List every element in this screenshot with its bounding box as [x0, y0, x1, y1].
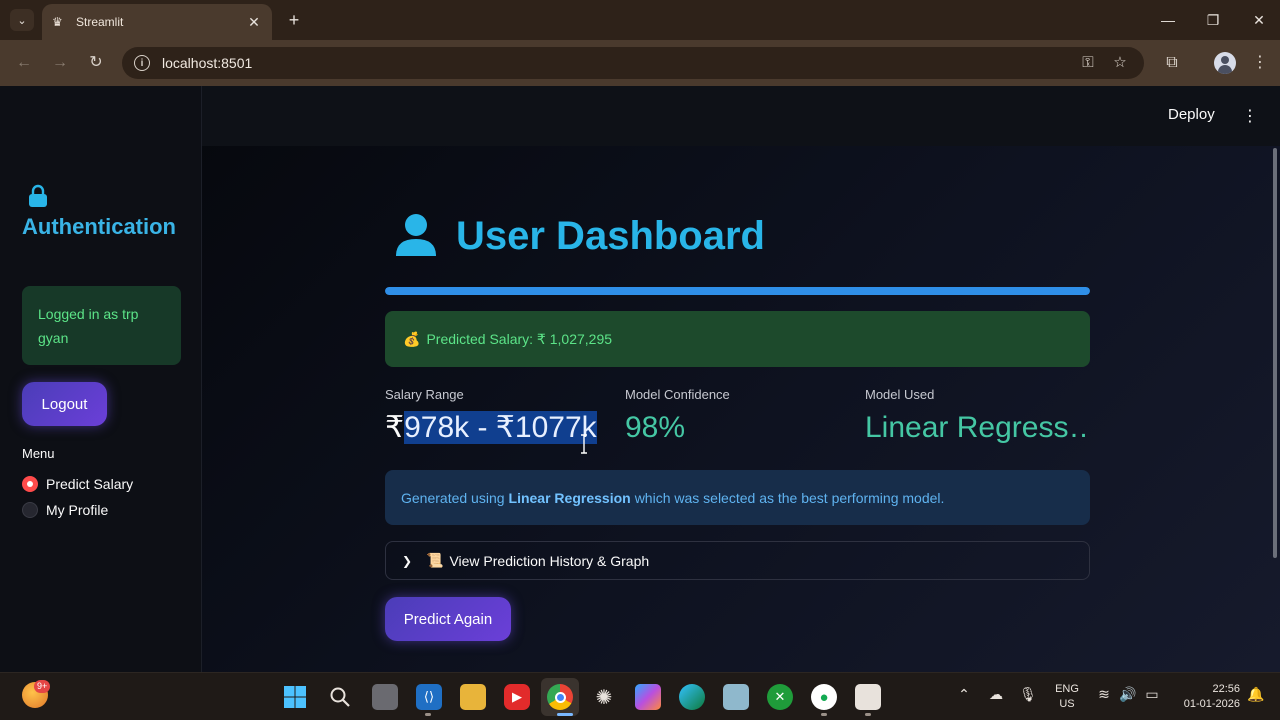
- text-cursor-icon: [581, 434, 587, 454]
- minimize-button[interactable]: —: [1155, 8, 1181, 32]
- network-status-icon[interactable]: ☁: [986, 686, 1006, 703]
- wifi-icon[interactable]: ≋: [1094, 686, 1114, 703]
- notification-badge: 9+: [34, 680, 51, 693]
- clock-time: 22:56: [1212, 683, 1240, 695]
- search-icon[interactable]: [327, 684, 353, 710]
- chevron-up-icon[interactable]: ⌃: [954, 686, 974, 703]
- reload-icon[interactable]: ↻: [85, 52, 107, 74]
- progress-fill: [385, 287, 1090, 295]
- lang-line: ENG: [1055, 683, 1079, 695]
- model-info-alert: Generated using Linear Regression which …: [385, 470, 1090, 525]
- menu-item-label: My Profile: [46, 502, 109, 518]
- radio-selected-icon[interactable]: [22, 476, 38, 492]
- predict-again-button[interactable]: Predict Again: [385, 597, 511, 641]
- metric-label-model-used: Model Used: [865, 387, 935, 402]
- expander-label: View Prediction History & Graph: [449, 552, 650, 569]
- progress-bar: [385, 287, 1090, 295]
- battery-icon[interactable]: ▭: [1142, 686, 1162, 703]
- salary-range-selected-text: 978k - ₹1077k: [404, 411, 597, 444]
- user-icon: [394, 212, 438, 258]
- password-key-icon[interactable]: ⚿: [1078, 53, 1098, 73]
- file-explorer-icon[interactable]: [460, 684, 486, 710]
- lock-icon: [26, 184, 50, 210]
- extensions-puzzle-icon[interactable]: ⧉: [1161, 52, 1183, 74]
- system-clock[interactable]: 22:56 01-01-2026: [1172, 682, 1240, 712]
- menu-item-label: Predict Salary: [46, 476, 134, 492]
- clock-date: 01-01-2026: [1183, 698, 1240, 710]
- running-indicator: [821, 713, 827, 716]
- edge-icon[interactable]: [679, 684, 705, 710]
- app-menu-icon[interactable]: ⋮: [1242, 106, 1258, 126]
- close-window-button[interactable]: ✕: [1246, 8, 1272, 32]
- metric-label-model-confidence: Model Confidence: [625, 387, 730, 402]
- metric-value-model-confidence: 98%: [625, 411, 686, 444]
- active-indicator: [557, 713, 573, 716]
- youtube-icon[interactable]: ▶: [504, 684, 530, 710]
- chevron-right-icon: ❯: [402, 553, 413, 568]
- logged-in-status: Logged in as trp gyan: [22, 286, 181, 365]
- sidebar-title: Authentication: [22, 214, 176, 239]
- language-indicator[interactable]: ENG US: [1052, 682, 1082, 712]
- scroll-icon: 📜: [426, 552, 444, 568]
- deploy-button[interactable]: Deploy: [1168, 106, 1215, 123]
- close-tab-icon[interactable]: ✕: [246, 14, 262, 31]
- predicted-salary-text: Predicted Salary: ₹ 1,027,295: [426, 330, 613, 347]
- running-indicator: [865, 713, 871, 716]
- volume-icon[interactable]: 🔊: [1118, 686, 1138, 703]
- site-info-icon[interactable]: i: [134, 55, 150, 71]
- notifications-bell-icon[interactable]: 🔔: [1246, 686, 1266, 703]
- mongodb-icon[interactable]: ●: [811, 684, 837, 710]
- page-title: User Dashboard: [456, 214, 765, 258]
- url-text: localhost:8501: [162, 55, 253, 71]
- app-header: [202, 86, 1280, 146]
- radio-unselected-icon[interactable]: [22, 502, 38, 518]
- microphone-icon[interactable]: 🎙: [1018, 686, 1038, 703]
- task-view-icon[interactable]: [372, 684, 398, 710]
- menu-item-my-profile[interactable]: My Profile: [22, 502, 108, 518]
- logout-button[interactable]: Logout: [22, 382, 107, 426]
- info-text-bold: Linear Regression: [508, 489, 631, 506]
- streamlit-crown-icon: ♛: [52, 15, 63, 29]
- bookmark-star-icon[interactable]: ☆: [1110, 53, 1130, 73]
- forward-arrow-icon[interactable]: →: [49, 52, 71, 74]
- vscode-icon[interactable]: ⟨⟩: [416, 684, 442, 710]
- metric-value-salary-range: ₹978k - ₹1077k: [385, 408, 597, 448]
- menu-item-predict-salary[interactable]: Predict Salary: [22, 476, 133, 492]
- tab-search-button[interactable]: ⌄: [10, 9, 34, 31]
- predicted-salary-alert: 💰 Predicted Salary: ₹ 1,027,295: [385, 311, 1090, 367]
- salary-range-prefix: ₹: [385, 411, 405, 444]
- address-bar[interactable]: i localhost:8501: [122, 47, 1144, 79]
- browser-tab[interactable]: ♛ Streamlit ✕: [42, 4, 272, 40]
- back-arrow-icon[interactable]: ←: [13, 52, 35, 74]
- photos-icon[interactable]: [723, 684, 749, 710]
- profile-avatar[interactable]: [1214, 52, 1236, 74]
- prediction-history-expander[interactable]: ❯ 📜 View Prediction History & Graph: [385, 541, 1090, 580]
- xbox-icon[interactable]: ✕: [767, 684, 793, 710]
- metric-value-model-used: Linear Regress…: [865, 411, 1090, 444]
- main-content: [202, 86, 1280, 672]
- money-bag-icon: 💰: [403, 330, 421, 347]
- menu-label: Menu: [22, 446, 55, 461]
- snipping-tool-icon[interactable]: [855, 684, 881, 710]
- browser-menu-icon[interactable]: ⋮: [1249, 52, 1271, 74]
- sidebar: [0, 86, 202, 672]
- chrome-icon[interactable]: [547, 684, 573, 710]
- info-text-after: which was selected as the best performin…: [634, 489, 945, 506]
- windows-start-icon[interactable]: [282, 684, 308, 710]
- restore-button[interactable]: ❐: [1200, 8, 1226, 32]
- main-scrollbar[interactable]: [1273, 148, 1277, 558]
- new-tab-button[interactable]: +: [284, 9, 304, 31]
- lang-line: US: [1059, 698, 1075, 710]
- metric-label-salary-range: Salary Range: [385, 387, 464, 402]
- running-indicator: [425, 713, 431, 716]
- copilot-icon[interactable]: [635, 684, 661, 710]
- tab-title: Streamlit: [76, 15, 124, 29]
- info-text-before: Generated using: [401, 489, 505, 506]
- chatgpt-icon[interactable]: ✺: [591, 684, 617, 710]
